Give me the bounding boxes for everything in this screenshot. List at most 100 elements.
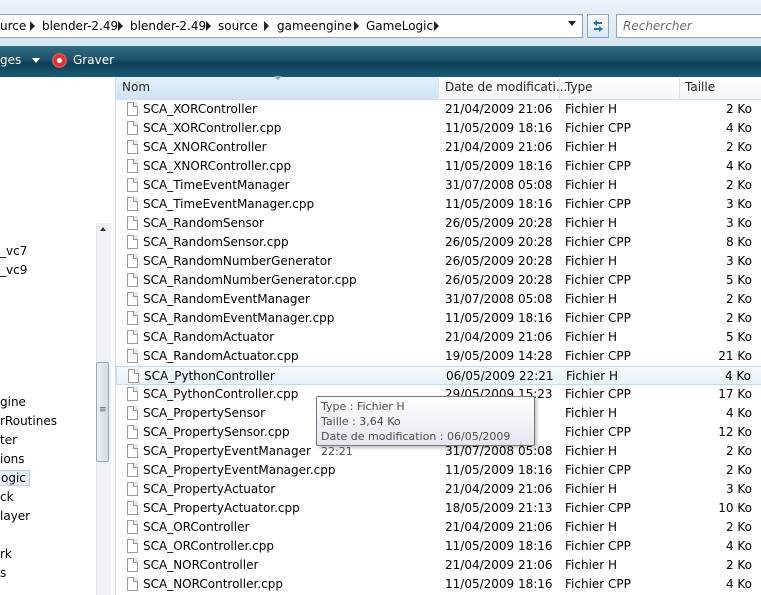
breadcrumb-item[interactable]: urce — [0, 19, 26, 33]
address-bar[interactable]: urce blender-2.49 blender-2.49 source ga… — [0, 14, 583, 38]
file-row[interactable]: SCA_RandomEventManager.cpp 11/05/2009 18:… — [116, 309, 761, 328]
file-date: 18/05/2009 21:13 — [445, 501, 553, 515]
burn-disc-icon[interactable] — [52, 53, 67, 68]
file-size: 2 Ko — [725, 140, 752, 154]
file-name: SCA_PropertyEventManager — [143, 444, 311, 458]
file-name: SCA_TimeEventManager.cpp — [143, 197, 315, 211]
nav-tree-item[interactable]: _vc7 — [0, 244, 27, 258]
file-row[interactable]: SCA_RandomSensor.cpp 26/05/2009 20:28 Fich… — [116, 233, 761, 252]
file-date: 11/05/2009 18:16 — [445, 159, 553, 173]
file-type: Fichier CPP — [565, 311, 631, 325]
column-header-name[interactable]: Nom — [116, 76, 438, 99]
column-header-size[interactable]: Taille — [685, 80, 715, 94]
file-row[interactable]: SCA_NORController 21/04/2009 21:06 Fichier… — [116, 556, 761, 575]
file-size: 3 Ko — [725, 216, 752, 230]
file-list: Nom Date de modificati... Type Taille SC… — [115, 76, 761, 595]
file-row[interactable]: SCA_RandomNumberGenerator 26/05/2009 20:2… — [116, 252, 761, 271]
column-divider[interactable] — [559, 78, 560, 98]
search-input[interactable]: Rechercher — [616, 14, 761, 38]
file-row[interactable]: SCA_XNORController.cpp 11/05/2009 18:16 Fi… — [116, 157, 761, 176]
file-icon — [127, 140, 138, 154]
file-row[interactable]: SCA_ORController.cpp 11/05/2009 18:16 Fich… — [116, 537, 761, 556]
nav-tree-item[interactable]: gine — [0, 395, 26, 409]
file-type: Fichier CPP — [565, 159, 631, 173]
breadcrumb-separator-icon[interactable] — [264, 21, 269, 31]
file-size: 2 Ko — [725, 520, 752, 534]
nav-tree-item[interactable]: ck — [0, 490, 14, 504]
file-name: SCA_XORController — [143, 102, 257, 116]
file-name: SCA_XNORController — [143, 140, 267, 154]
file-row[interactable]: SCA_PythonController 06/05/2009 22:21 Fich… — [116, 366, 761, 385]
nav-tree-item[interactable]: layer — [0, 509, 30, 523]
command-toolbar: ges Graver — [0, 46, 761, 77]
file-row[interactable]: SCA_TimeEventManager 31/07/2008 05:08 Fich… — [116, 176, 761, 195]
file-icon — [127, 482, 138, 496]
column-header-date[interactable]: Date de modificati... — [445, 80, 567, 94]
file-row[interactable]: SCA_PropertyEventManager.cpp 11/05/2009 1… — [116, 461, 761, 480]
file-row[interactable]: SCA_TimeEventManager.cpp 11/05/2009 18:16… — [116, 195, 761, 214]
breadcrumb-item[interactable]: source — [218, 19, 258, 33]
breadcrumb-separator-icon[interactable] — [206, 21, 211, 31]
file-type: Fichier H — [565, 482, 618, 496]
file-date: 21/04/2009 21:06 — [445, 140, 553, 154]
file-row[interactable]: SCA_PropertyActuator 21/04/2009 21:06 Fich… — [116, 480, 761, 499]
burn-button[interactable]: Graver — [73, 53, 114, 67]
file-row[interactable]: SCA_RandomNumberGenerator.cpp 26/05/2009 … — [116, 271, 761, 290]
column-divider[interactable] — [679, 78, 680, 98]
file-date: 21/04/2009 21:06 — [445, 558, 553, 572]
address-dropdown-icon[interactable] — [568, 21, 576, 26]
nav-tree-item[interactable]: ions — [0, 452, 25, 466]
file-row[interactable]: SCA_ORController 21/04/2009 21:06 Fichier … — [116, 518, 761, 537]
file-row[interactable]: SCA_XORController 21/04/2009 21:06 Fichier… — [116, 100, 761, 119]
column-header-type[interactable]: Type — [565, 80, 593, 94]
toolbar-button-images[interactable]: ges — [0, 53, 21, 67]
nav-tree-item[interactable]: _vc9 — [0, 263, 27, 277]
breadcrumb-item[interactable]: gameengine — [277, 19, 352, 33]
file-size: 4 Ko — [724, 369, 751, 383]
file-size: 2 Ko — [725, 102, 752, 116]
nav-tree-item[interactable]: rRoutines — [0, 414, 57, 428]
refresh-button[interactable] — [587, 14, 609, 38]
file-row[interactable]: SCA_XNORController 21/04/2009 21:06 Fichie… — [116, 138, 761, 157]
scroll-up-icon[interactable] — [100, 227, 106, 231]
file-row[interactable]: SCA_RandomEventManager 31/07/2008 05:08 Fi… — [116, 290, 761, 309]
chevron-down-icon[interactable] — [32, 58, 40, 63]
column-header-row: Nom Date de modificati... Type Taille — [116, 76, 761, 100]
file-icon — [127, 387, 138, 401]
breadcrumb-separator-icon[interactable] — [118, 21, 123, 31]
file-date: 26/05/2009 20:28 — [445, 216, 553, 230]
file-icon — [127, 235, 138, 249]
file-size: 21 Ko — [718, 349, 752, 363]
nav-tree-item[interactable]: ter — [0, 433, 17, 447]
file-row[interactable]: SCA_XORController.cpp 11/05/2009 18:16 Fic… — [116, 119, 761, 138]
breadcrumb-separator-icon[interactable] — [30, 21, 35, 31]
file-name: SCA_PythonController.cpp — [143, 387, 299, 401]
file-row[interactable]: SCA_NORController.cpp 11/05/2009 18:16 Fic… — [116, 575, 761, 594]
file-icon — [127, 444, 138, 458]
nav-tree-item[interactable]: rk — [0, 547, 12, 561]
nav-tree-item-selected[interactable]: ogic — [0, 470, 30, 486]
file-size: 2 Ko — [725, 444, 752, 458]
file-type: Fichier CPP — [565, 463, 631, 477]
file-icon — [127, 273, 138, 287]
column-divider[interactable] — [438, 78, 439, 98]
file-row[interactable]: SCA_RandomActuator.cpp 19/05/2009 14:28 Fi… — [116, 347, 761, 366]
breadcrumb-item[interactable]: blender-2.49 — [42, 19, 118, 33]
breadcrumb-separator-icon[interactable] — [354, 21, 359, 31]
breadcrumb-separator-icon[interactable] — [434, 21, 439, 31]
breadcrumb-item[interactable]: blender-2.49 — [130, 19, 206, 33]
file-type: Fichier CPP — [565, 349, 631, 363]
file-icon — [127, 197, 138, 211]
file-row[interactable]: SCA_RandomSensor 26/05/2009 20:28 Fichier … — [116, 214, 761, 233]
file-row[interactable]: SCA_RandomActuator 21/04/2009 21:06 Fichie… — [116, 328, 761, 347]
file-date: 11/05/2009 18:16 — [445, 311, 553, 325]
nav-scrollbar-thumb[interactable]: ≡ — [96, 362, 109, 462]
file-row[interactable]: SCA_PropertyActuator.cpp 18/05/2009 21:13… — [116, 499, 761, 518]
file-date: 21/04/2009 21:06 — [445, 330, 553, 344]
file-type: Fichier H — [565, 140, 618, 154]
nav-tree-item[interactable]: s — [0, 566, 6, 580]
breadcrumb-current[interactable]: GameLogic — [366, 19, 433, 33]
file-size: 10 Ko — [718, 501, 752, 515]
file-date: 26/05/2009 20:28 — [445, 235, 553, 249]
file-size: 4 Ko — [725, 406, 752, 420]
